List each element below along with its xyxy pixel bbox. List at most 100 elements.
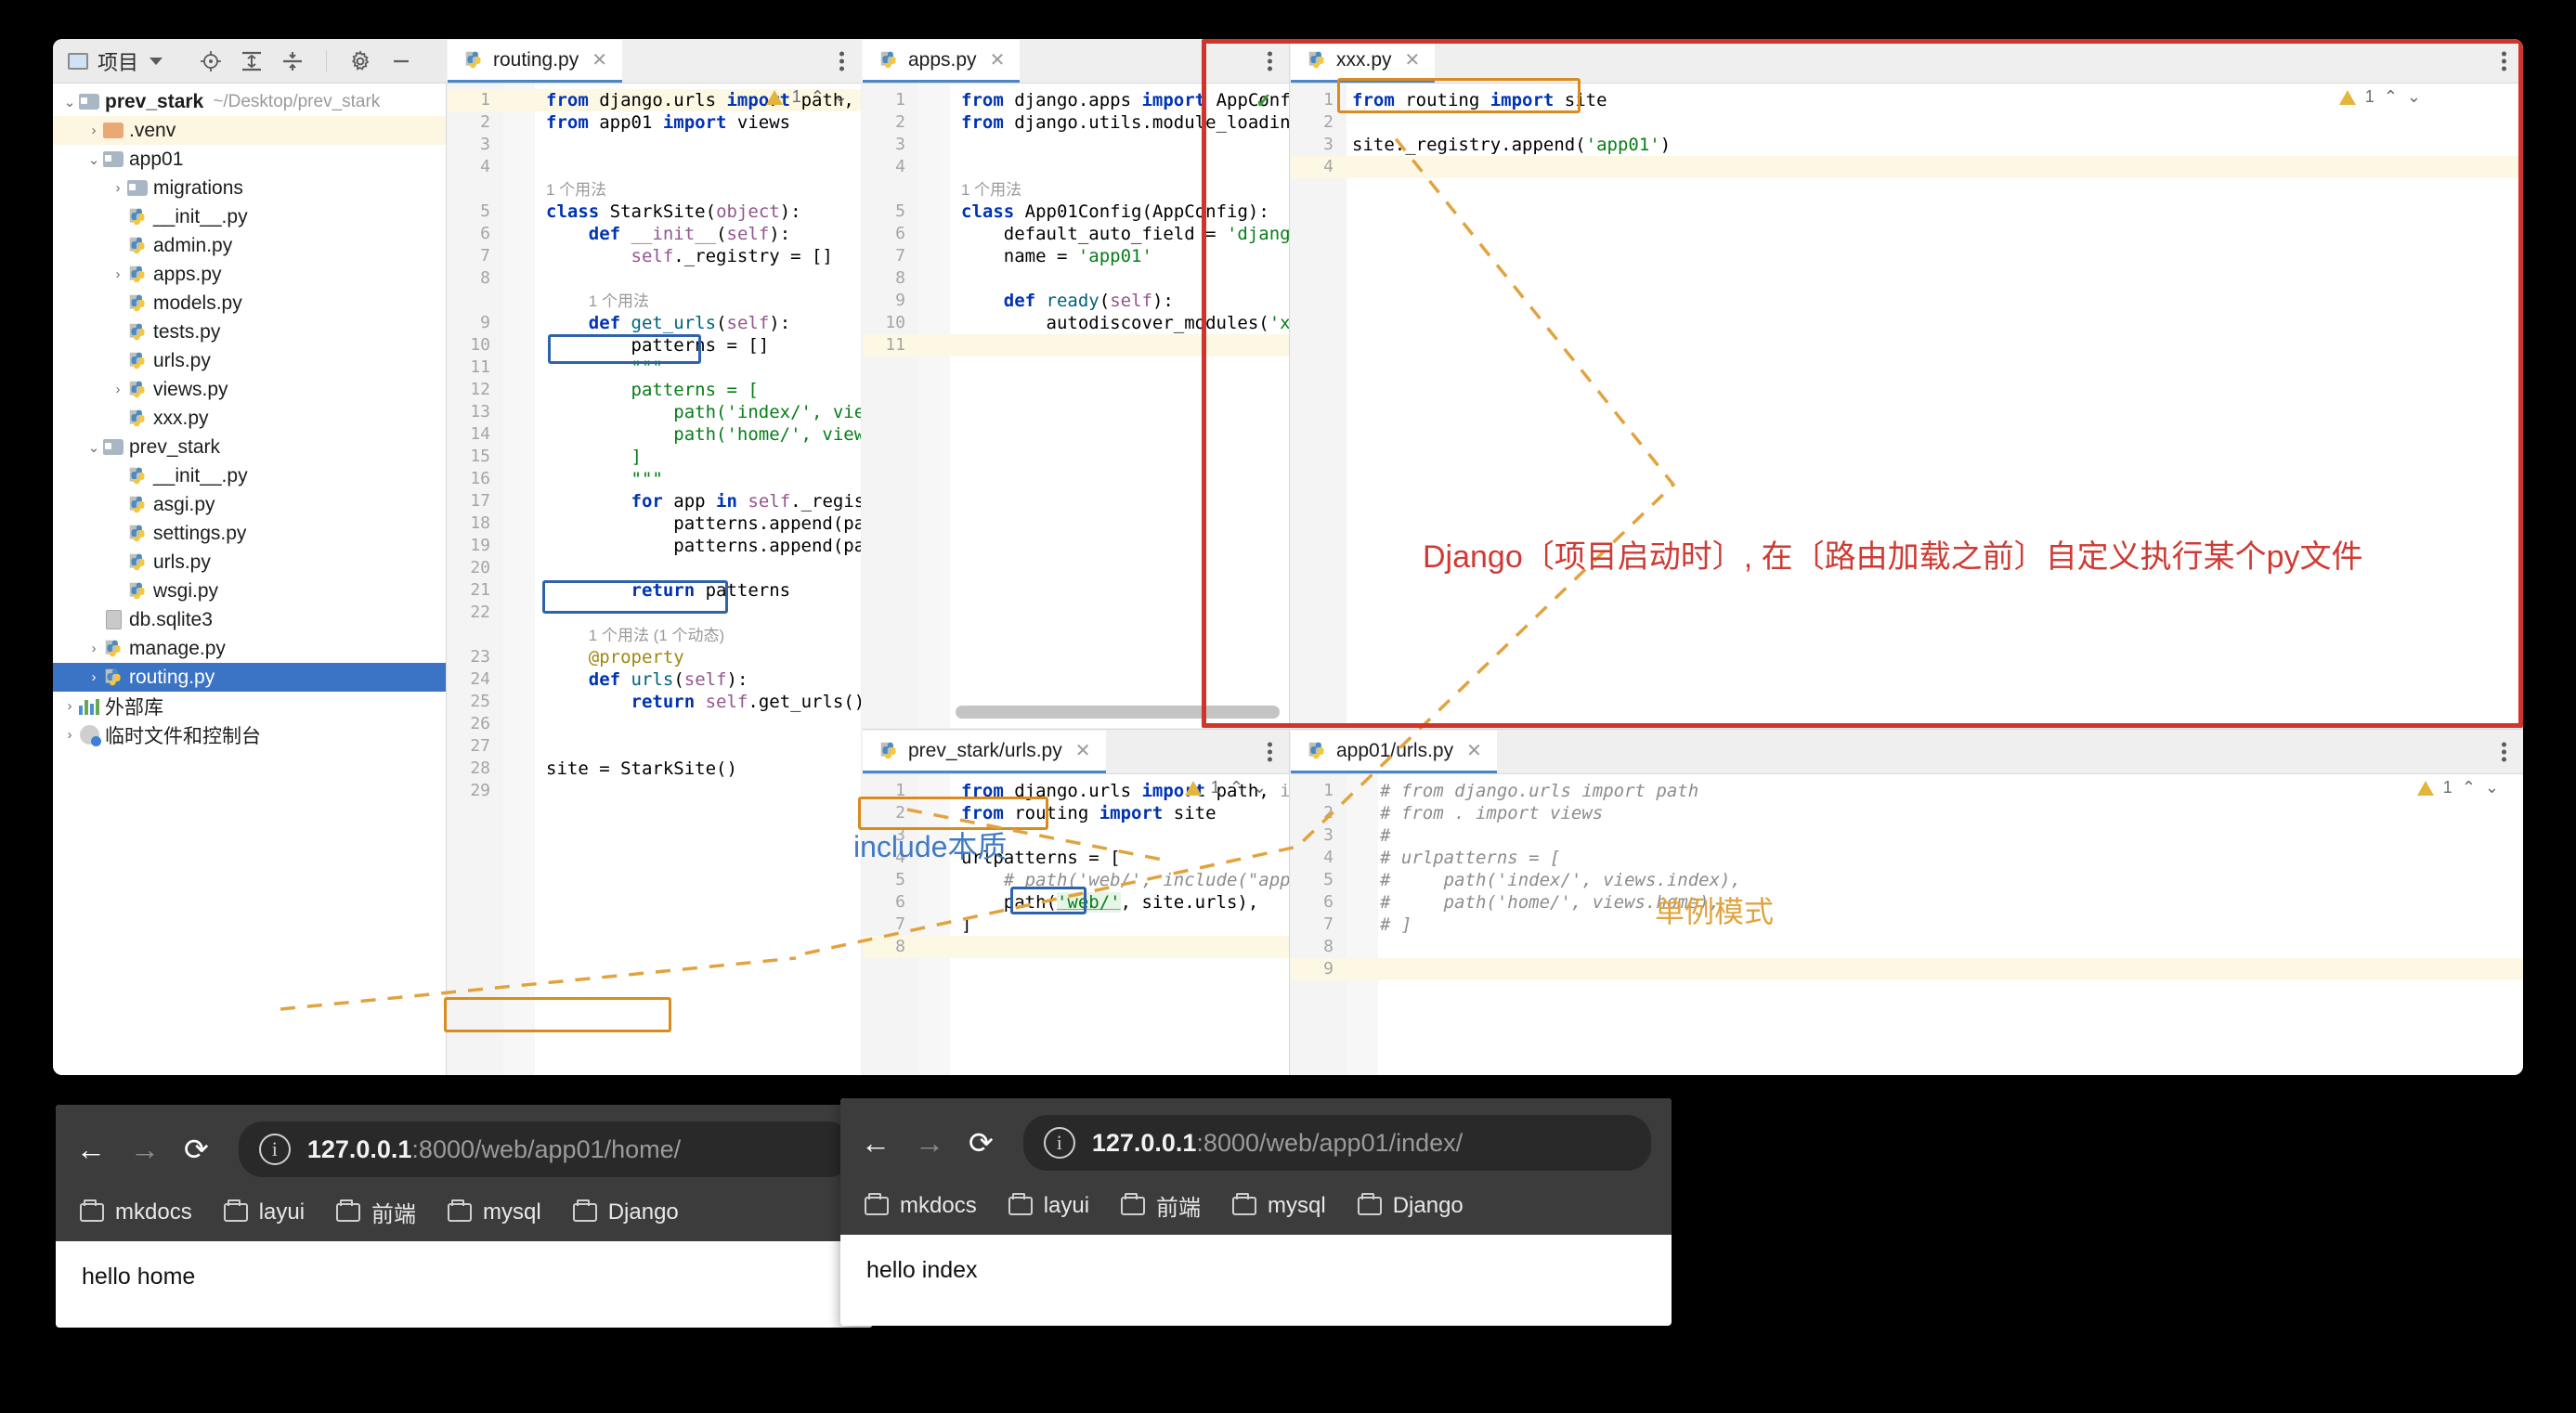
tree-item-init-py[interactable]: __init__.py — [53, 461, 446, 490]
tree-item-[interactable]: ›外部库 — [53, 692, 446, 720]
code-area-routing[interactable]: 1from django.urls import path, include2f… — [448, 84, 861, 1075]
bookmark-Django[interactable]: Django — [573, 1199, 679, 1225]
tree-item-label: wsgi.py — [153, 580, 218, 603]
project-tree[interactable]: ⌄prev_stark~/Desktop/prev_stark›.venv⌄ap… — [53, 84, 447, 1075]
minimize-icon[interactable] — [390, 50, 412, 72]
chevron-right-icon[interactable]: › — [86, 123, 101, 138]
chevron-right-icon[interactable]: › — [86, 641, 101, 656]
tree-item-routing-py[interactable]: ›routing.py — [53, 663, 446, 692]
site-info-icon[interactable]: i — [259, 1134, 291, 1165]
tree-item-db-sqlite3[interactable]: db.sqlite3 — [53, 605, 446, 634]
chevron-down-icon[interactable]: ⌄ — [2485, 778, 2499, 797]
collapse-all-icon[interactable] — [281, 50, 304, 72]
chevron-down-icon[interactable]: ⌄ — [86, 151, 101, 168]
tab-routing-py[interactable]: routing.py ✕ — [448, 40, 622, 83]
bookmark-layui[interactable]: layui — [224, 1199, 305, 1225]
tree-item-venv[interactable]: ›.venv — [53, 116, 446, 145]
chevron-up-icon[interactable]: ⌃ — [2384, 87, 2398, 107]
horizontal-scrollbar[interactable] — [956, 706, 1280, 719]
back-icon[interactable]: ← — [76, 1134, 106, 1164]
expand-all-icon[interactable] — [241, 50, 263, 72]
bookmark-layui[interactable]: layui — [1008, 1193, 1089, 1219]
tree-item-models-py[interactable]: models.py — [53, 289, 446, 318]
code-area-prev-stark-urls[interactable]: 1from django.urls import path, include2f… — [863, 774, 1289, 1075]
inspection-status-prev-stark-urls[interactable]: 1 ⌃ ⌄ — [1185, 778, 1267, 797]
address-bar[interactable]: i 127.0.0.1:8000/web/app01/index/ — [1023, 1115, 1651, 1171]
code-area-apps[interactable]: 1from django.apps import AppConfig2from … — [863, 84, 1289, 728]
chevron-right-icon[interactable]: › — [111, 382, 125, 397]
project-toolbar: 项目 — [53, 39, 447, 84]
tree-item-urls-py[interactable]: urls.py — [53, 346, 446, 375]
inspection-status-xxx[interactable]: 1 ⌃ ⌄ — [2339, 87, 2421, 107]
tree-item-[interactable]: ›临时文件和控制台 — [53, 720, 446, 749]
bookmark-前端[interactable]: 前端 — [1121, 1189, 1201, 1222]
tree-item-apps-py[interactable]: ›apps.py — [53, 260, 446, 289]
gear-icon[interactable] — [349, 50, 371, 72]
bookmark-前端[interactable]: 前端 — [336, 1196, 416, 1228]
chevron-right-icon[interactable]: › — [111, 266, 125, 282]
tab-apps-py[interactable]: apps.py ✕ — [863, 40, 1020, 83]
site-info-icon[interactable]: i — [1044, 1127, 1075, 1159]
tree-item-wsgi-py[interactable]: wsgi.py — [53, 577, 446, 605]
chevron-up-icon[interactable]: ⌃ — [2462, 778, 2476, 797]
chevron-down-icon[interactable]: ⌄ — [62, 94, 77, 110]
forward-icon[interactable]: → — [130, 1134, 160, 1164]
close-icon[interactable]: ✕ — [1405, 48, 1421, 71]
tree-item-init-py[interactable]: __init__.py — [53, 202, 446, 231]
reload-icon[interactable]: ⟳ — [184, 1134, 209, 1164]
chevron-up-icon[interactable]: ⌃ — [811, 87, 825, 107]
python-file-icon — [879, 50, 899, 70]
tree-item-urls-py[interactable]: urls.py — [53, 548, 446, 577]
chevron-up-icon[interactable]: ⌃ — [1229, 778, 1243, 797]
tree-item-asgi-py[interactable]: asgi.py — [53, 490, 446, 519]
inspection-ok-icon[interactable]: ✓ — [1255, 89, 1272, 113]
chevron-down-icon[interactable] — [150, 58, 163, 65]
chevron-right-icon[interactable]: › — [62, 727, 77, 743]
more-options-icon[interactable] — [2502, 48, 2506, 73]
bookmark-Django[interactable]: Django — [1358, 1193, 1464, 1219]
code-area-app01-urls[interactable]: 1# from django.urls import path2# from .… — [1291, 774, 2523, 1075]
tab-app01-urls-py[interactable]: app01/urls.py ✕ — [1291, 731, 1497, 773]
tree-item-xxx-py[interactable]: xxx.py — [53, 404, 446, 433]
bookmark-mysql[interactable]: mysql — [448, 1199, 541, 1225]
forward-icon[interactable]: → — [915, 1128, 944, 1158]
close-icon[interactable]: ✕ — [592, 48, 607, 71]
editor-pane-prev-stark-urls: prev_stark/urls.py ✕ 1from django.urls i… — [863, 729, 1290, 1075]
chevron-right-icon[interactable]: › — [62, 698, 77, 714]
code-area-xxx[interactable]: 1from routing import site2 3site._regist… — [1291, 84, 2523, 728]
more-options-icon[interactable] — [1268, 739, 1272, 764]
chevron-down-icon[interactable]: ⌄ — [86, 439, 101, 456]
locate-icon[interactable] — [200, 50, 222, 72]
more-options-icon[interactable] — [839, 48, 844, 73]
tree-item-prev-stark[interactable]: ⌄prev_stark~/Desktop/prev_stark — [53, 87, 446, 116]
tree-item-views-py[interactable]: ›views.py — [53, 375, 446, 404]
chevron-down-icon[interactable]: ⌄ — [834, 87, 848, 107]
chevron-right-icon[interactable]: › — [86, 669, 101, 685]
project-title[interactable]: 项目 — [68, 46, 138, 76]
address-bar[interactable]: i 127.0.0.1:8000/web/app01/home/ — [239, 1121, 852, 1177]
close-icon[interactable]: ✕ — [1466, 739, 1482, 762]
tree-item-app01[interactable]: ⌄app01 — [53, 145, 446, 174]
close-icon[interactable]: ✕ — [1075, 739, 1091, 762]
bookmark-mysql[interactable]: mysql — [1232, 1193, 1326, 1219]
chevron-right-icon[interactable]: › — [111, 180, 125, 196]
tree-item-prev-stark[interactable]: ⌄prev_stark — [53, 433, 446, 461]
bookmark-mkdocs[interactable]: mkdocs — [80, 1199, 192, 1225]
tree-item-migrations[interactable]: ›migrations — [53, 174, 446, 202]
tab-prev-stark-urls-py[interactable]: prev_stark/urls.py ✕ — [863, 731, 1106, 773]
close-icon[interactable]: ✕ — [990, 48, 1006, 71]
more-options-icon[interactable] — [2502, 739, 2506, 764]
more-options-icon[interactable] — [1268, 48, 1272, 73]
reload-icon[interactable]: ⟳ — [969, 1128, 994, 1158]
inspection-status-app01-urls[interactable]: 1 ⌃ ⌄ — [2417, 778, 2499, 797]
back-icon[interactable]: ← — [861, 1128, 891, 1158]
tab-xxx-py[interactable]: xxx.py ✕ — [1291, 40, 1435, 83]
inspection-status-routing[interactable]: 1 ⌃ ⌄ — [766, 87, 848, 107]
tree-item-manage-py[interactable]: ›manage.py — [53, 634, 446, 663]
tree-item-admin-py[interactable]: admin.py — [53, 231, 446, 260]
chevron-down-icon[interactable]: ⌄ — [1253, 778, 1267, 797]
chevron-down-icon[interactable]: ⌄ — [2407, 87, 2421, 107]
bookmark-mkdocs[interactable]: mkdocs — [865, 1193, 977, 1219]
tree-item-tests-py[interactable]: tests.py — [53, 318, 446, 346]
tree-item-settings-py[interactable]: settings.py — [53, 519, 446, 548]
